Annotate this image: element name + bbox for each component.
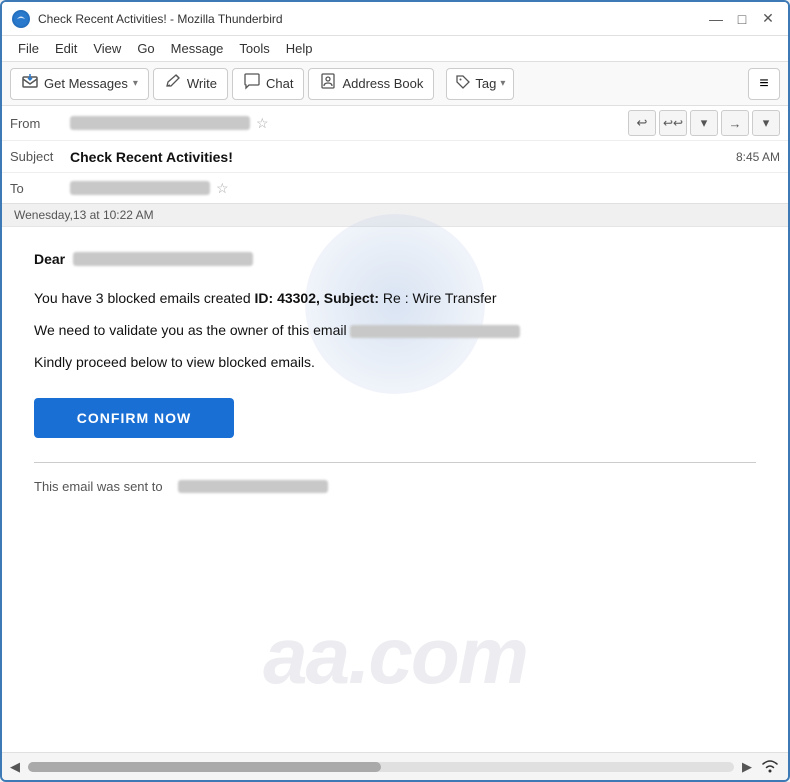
title-bar-left: Check Recent Activities! - Mozilla Thund… [12, 10, 283, 28]
from-label: From [10, 116, 70, 131]
write-button[interactable]: Write [153, 68, 228, 100]
reply-all-icon: ↩↩ [663, 116, 683, 130]
tag-area: Tag ▾ [446, 68, 514, 100]
address-book-icon [319, 72, 337, 95]
dear-word: Dear [34, 251, 65, 267]
to-label: To [10, 181, 70, 196]
subject-text: Check Recent Activities! [70, 149, 233, 165]
menu-file[interactable]: File [10, 39, 47, 58]
bottom-bar: ◀ ▶ [2, 752, 788, 780]
get-messages-label: Get Messages [44, 76, 128, 91]
scroll-right-button[interactable]: ▶ [742, 759, 752, 775]
body-line2-pre: We need to validate you as the owner of … [34, 322, 347, 338]
email-body-container: aa.com Wenesday,13 at 10:22 AM Dear You … [2, 204, 788, 752]
body-line3: Kindly proceed below to view blocked ema… [34, 351, 756, 375]
from-row: From ☆ ↩ ↩↩ ▾ → ▾ [2, 106, 788, 141]
nav-dropdown1[interactable]: ▾ [690, 110, 718, 136]
menu-edit[interactable]: Edit [47, 39, 85, 58]
horizontal-scrollbar-thumb[interactable] [28, 762, 381, 772]
to-row: To ☆ [2, 173, 788, 203]
body-line1: You have 3 blocked emails created ID: 43… [34, 287, 756, 311]
menu-view[interactable]: View [85, 39, 129, 58]
tag-label: Tag [475, 76, 496, 91]
menu-go[interactable]: Go [129, 39, 162, 58]
body-line1-post: Re : Wire Transfer [379, 290, 496, 306]
scroll-left-button[interactable]: ◀ [10, 759, 20, 775]
confirm-now-button[interactable]: CONFIRM NOW [34, 398, 234, 438]
maximize-button[interactable]: □ [732, 9, 752, 29]
back-button[interactable]: ↩ [628, 110, 656, 136]
subject-label: Subject [10, 149, 70, 164]
date-strip: Wenesday,13 at 10:22 AM [2, 204, 788, 227]
window-title: Check Recent Activities! - Mozilla Thund… [38, 12, 283, 26]
email-body: Dear You have 3 blocked emails created I… [2, 227, 788, 518]
toolbar-end: ≡ [748, 68, 780, 100]
horizontal-scrollbar[interactable] [28, 762, 734, 772]
email-address-blur [350, 325, 520, 338]
toolbar: Get Messages ▾ Write Chat [2, 62, 788, 106]
divider [34, 462, 756, 463]
tag-dropdown-icon: ▾ [500, 78, 505, 89]
email-time: 8:45 AM [736, 150, 780, 164]
get-messages-dropdown-icon[interactable]: ▾ [133, 78, 138, 89]
subject-row: Subject Check Recent Activities! 8:45 AM [2, 141, 788, 173]
body-line2: We need to validate you as the owner of … [34, 319, 756, 343]
chat-icon [243, 72, 261, 95]
nav-dropdown2[interactable]: ▾ [752, 110, 780, 136]
watermark-text: aa.com [263, 610, 527, 702]
chat-button[interactable]: Chat [232, 68, 304, 100]
footer-pre: This email was sent to [34, 479, 163, 494]
email-header: From ☆ ↩ ↩↩ ▾ → ▾ Subject Check Recent A… [2, 106, 788, 204]
close-button[interactable]: ✕ [758, 9, 778, 29]
main-window: Check Recent Activities! - Mozilla Thund… [0, 0, 790, 782]
from-star[interactable]: ☆ [256, 115, 269, 132]
footer-text: This email was sent to [34, 479, 756, 494]
tag-icon [455, 74, 471, 93]
write-icon [164, 72, 182, 95]
body-line1-pre: You have 3 blocked emails created [34, 290, 255, 306]
window-controls: — □ ✕ [706, 9, 778, 29]
hamburger-button[interactable]: ≡ [748, 68, 780, 100]
get-messages-icon [21, 72, 39, 95]
get-messages-button[interactable]: Get Messages ▾ [10, 68, 149, 100]
to-value [70, 181, 210, 195]
forward-button[interactable]: → [721, 110, 749, 136]
write-label: Write [187, 76, 217, 91]
menu-tools[interactable]: Tools [231, 39, 277, 58]
recipient-name [73, 252, 253, 266]
from-value [70, 116, 250, 130]
menu-help[interactable]: Help [278, 39, 321, 58]
title-bar: Check Recent Activities! - Mozilla Thund… [2, 2, 788, 36]
body-line1-bold: ID: 43302, Subject: [255, 290, 380, 306]
thunderbird-icon [12, 10, 30, 28]
wifi-icon [760, 757, 780, 776]
menu-bar: File Edit View Go Message Tools Help [2, 36, 788, 62]
nav-buttons: ↩ ↩↩ ▾ → ▾ [628, 110, 780, 136]
tag-button[interactable]: Tag ▾ [446, 68, 514, 100]
dear-line: Dear [34, 251, 756, 267]
reply-all-button[interactable]: ↩↩ [659, 110, 687, 136]
address-book-button[interactable]: Address Book [308, 68, 434, 100]
address-book-label: Address Book [342, 76, 423, 91]
to-star[interactable]: ☆ [216, 180, 229, 197]
menu-message[interactable]: Message [163, 39, 232, 58]
minimize-button[interactable]: — [706, 9, 726, 29]
chat-label: Chat [266, 76, 293, 91]
footer-email [178, 480, 328, 493]
